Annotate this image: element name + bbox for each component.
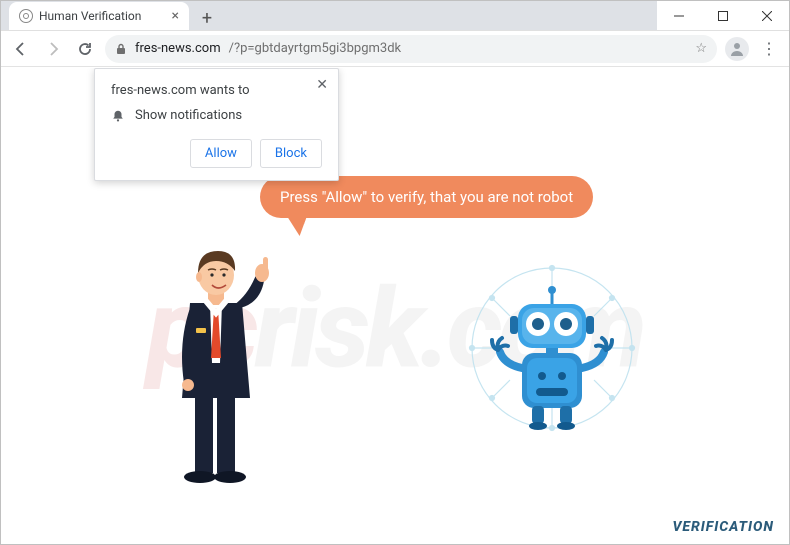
speech-bubble: Press "Allow" to verify, that you are no… (260, 176, 593, 218)
permission-buttons: Allow Block (111, 139, 322, 168)
forward-button[interactable] (41, 37, 65, 61)
url-path: /?p=gbtdayrtgm5gi3bpgm3dk (229, 41, 402, 56)
new-tab-button[interactable]: + (195, 6, 219, 30)
toolbar: fres-news.com /?p=gbtdayrtgm5gi3bpgm3dk ☆… (1, 31, 789, 67)
browser-window: Human Verification × + fres-news.com /?p=… (0, 0, 790, 545)
minimize-button[interactable] (657, 1, 701, 31)
tab-strip: Human Verification × + (1, 1, 657, 30)
maximize-button[interactable] (701, 1, 745, 31)
close-button[interactable] (745, 1, 789, 31)
man-illustration (150, 233, 280, 488)
close-icon[interactable]: ✕ (316, 77, 328, 93)
bubble-text: Press "Allow" to verify, that you are no… (280, 188, 573, 206)
address-bar[interactable]: fres-news.com /?p=gbtdayrtgm5gi3bpgm3dk ☆ (105, 35, 717, 63)
titlebar: Human Verification × + (1, 1, 789, 31)
window-controls (657, 1, 789, 30)
bell-icon (111, 109, 125, 123)
profile-avatar[interactable] (725, 37, 749, 61)
kebab-menu-icon[interactable]: ⋮ (757, 37, 781, 61)
bookmark-icon[interactable]: ☆ (695, 41, 707, 56)
url-host: fres-news.com (135, 41, 221, 56)
permission-row-label: Show notifications (135, 108, 242, 123)
verification-label: VERIFICATION (672, 519, 774, 535)
back-button[interactable] (9, 37, 33, 61)
reload-button[interactable] (73, 37, 97, 61)
permission-row: Show notifications (111, 108, 322, 123)
permission-title: fres-news.com wants to (111, 83, 322, 98)
browser-tab[interactable]: Human Verification × (9, 2, 189, 30)
allow-button[interactable]: Allow (190, 139, 252, 168)
block-button[interactable]: Block (260, 139, 322, 168)
notification-permission-popup: ✕ fres-news.com wants to Show notificati… (94, 68, 339, 181)
tab-title: Human Verification (39, 9, 141, 23)
globe-icon (19, 9, 33, 23)
close-tab-icon[interactable]: × (172, 8, 179, 24)
viewport: pcrisk.com ✕ fres-news.com wants to Show… (2, 68, 788, 543)
robot-illustration (452, 248, 652, 448)
lock-icon (115, 43, 127, 55)
